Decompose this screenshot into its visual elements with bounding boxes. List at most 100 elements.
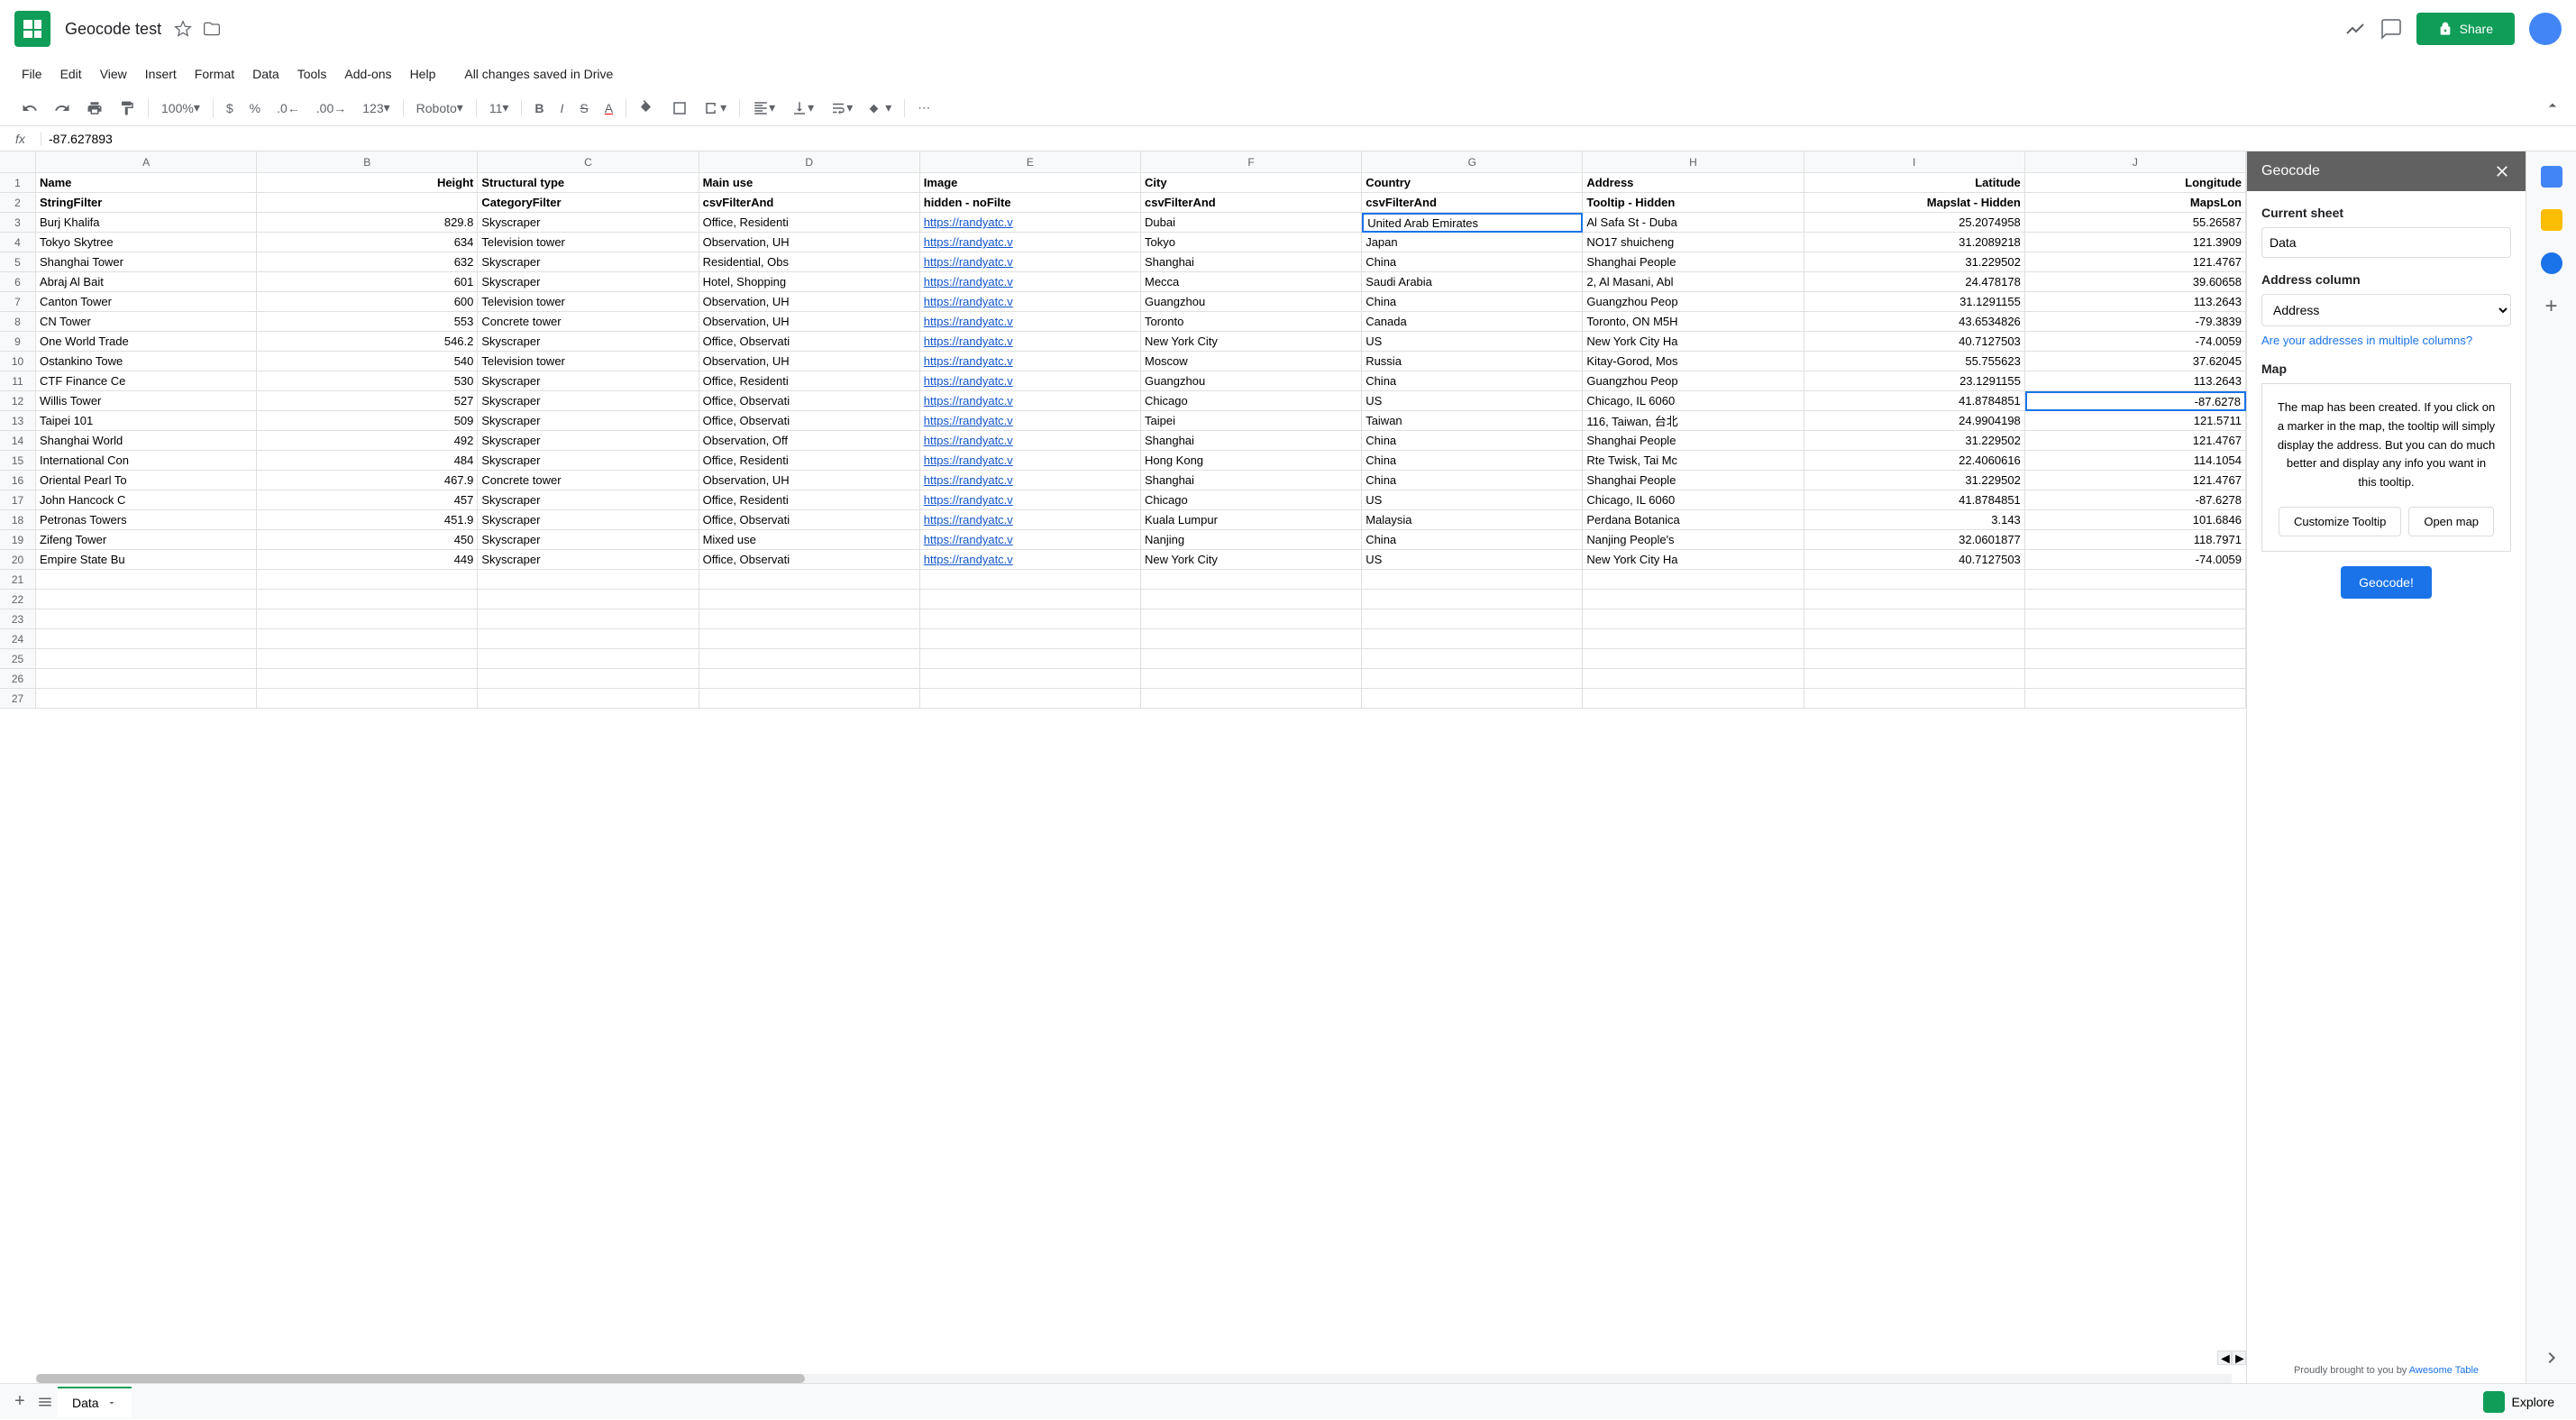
- column-header[interactable]: D: [699, 151, 920, 173]
- cell[interactable]: [1583, 609, 1804, 629]
- scroll-left-button[interactable]: ◄: [2217, 1351, 2232, 1365]
- cell[interactable]: Hong Kong: [1141, 451, 1362, 471]
- cell[interactable]: Burj Khalifa: [36, 213, 257, 233]
- cell[interactable]: 24.9904198: [1804, 411, 2025, 431]
- cell[interactable]: Shanghai: [1141, 252, 1362, 272]
- cell[interactable]: Japan: [1362, 233, 1583, 252]
- cell[interactable]: Skyscraper: [478, 252, 699, 272]
- cell[interactable]: MapsLon: [2025, 193, 2246, 213]
- cell[interactable]: Nanjing People's: [1583, 530, 1804, 550]
- rotate-button[interactable]: ▾: [862, 95, 899, 122]
- cell[interactable]: 101.6846: [2025, 510, 2246, 530]
- cell[interactable]: Zifeng Tower: [36, 530, 257, 550]
- cell[interactable]: https://randyatc.v: [920, 213, 1141, 233]
- column-header[interactable]: F: [1141, 151, 1362, 173]
- add-sheet-button[interactable]: +: [7, 1389, 32, 1415]
- avatar[interactable]: [2529, 13, 2562, 45]
- cell[interactable]: New York City Ha: [1583, 332, 1804, 352]
- cell[interactable]: Shanghai: [1141, 431, 1362, 451]
- halign-button[interactable]: ▾: [745, 95, 782, 122]
- cell[interactable]: China: [1362, 451, 1583, 471]
- cell[interactable]: Television tower: [478, 352, 699, 371]
- cell[interactable]: 113.2643: [2025, 292, 2246, 312]
- cell[interactable]: US: [1362, 332, 1583, 352]
- share-button[interactable]: Share: [2416, 13, 2515, 45]
- row-header[interactable]: 17: [0, 490, 36, 510]
- cell[interactable]: [699, 669, 920, 689]
- column-header[interactable]: G: [1362, 151, 1583, 173]
- cell[interactable]: Empire State Bu: [36, 550, 257, 570]
- cell[interactable]: Television tower: [478, 233, 699, 252]
- undo-button[interactable]: [14, 95, 45, 122]
- sheet-tab-data[interactable]: Data: [58, 1387, 132, 1417]
- row-header[interactable]: 10: [0, 352, 36, 371]
- cell[interactable]: https://randyatc.v: [920, 431, 1141, 451]
- row-header[interactable]: 26: [0, 669, 36, 689]
- cell[interactable]: [1141, 649, 1362, 669]
- cell[interactable]: John Hancock C: [36, 490, 257, 510]
- cell[interactable]: Observation, UH: [699, 471, 920, 490]
- cell[interactable]: 43.6534826: [1804, 312, 2025, 332]
- row-header[interactable]: 23: [0, 609, 36, 629]
- cell[interactable]: Shanghai People: [1583, 471, 1804, 490]
- spreadsheet-grid[interactable]: ABCDEFGHIJ1NameHeightStructural typeMain…: [0, 151, 2246, 1383]
- row-header[interactable]: 4: [0, 233, 36, 252]
- cell[interactable]: Saudi Arabia: [1362, 272, 1583, 292]
- cell[interactable]: Residential, Obs: [699, 252, 920, 272]
- cell[interactable]: [2025, 649, 2246, 669]
- cell[interactable]: -87.6278: [2025, 490, 2246, 510]
- cell[interactable]: 25.2074958: [1804, 213, 2025, 233]
- cell[interactable]: [257, 649, 478, 669]
- cell[interactable]: 540: [257, 352, 478, 371]
- cell[interactable]: Petronas Towers: [36, 510, 257, 530]
- address-column-select[interactable]: Address: [2261, 294, 2511, 326]
- row-header[interactable]: 6: [0, 272, 36, 292]
- cell[interactable]: [1141, 590, 1362, 609]
- menu-edit[interactable]: Edit: [53, 63, 89, 85]
- cell[interactable]: 41.8784851: [1804, 391, 2025, 411]
- paint-format-button[interactable]: [112, 95, 142, 122]
- cell[interactable]: [2025, 669, 2246, 689]
- row-header[interactable]: 16: [0, 471, 36, 490]
- cell[interactable]: Longitude: [2025, 173, 2246, 193]
- cell[interactable]: https://randyatc.v: [920, 530, 1141, 550]
- formula-input[interactable]: [41, 132, 2576, 146]
- cell[interactable]: China: [1362, 530, 1583, 550]
- text-color-button[interactable]: A: [598, 96, 620, 121]
- cell[interactable]: [478, 649, 699, 669]
- cell[interactable]: [920, 570, 1141, 590]
- cell[interactable]: [1583, 590, 1804, 609]
- cell[interactable]: 553: [257, 312, 478, 332]
- collapse-toolbar-icon[interactable]: [2544, 96, 2562, 115]
- cell[interactable]: https://randyatc.v: [920, 332, 1141, 352]
- cell[interactable]: 509: [257, 411, 478, 431]
- column-header[interactable]: C: [478, 151, 699, 173]
- percent-button[interactable]: %: [242, 96, 268, 121]
- comment-icon[interactable]: [2380, 18, 2402, 40]
- cell[interactable]: 24.478178: [1804, 272, 2025, 292]
- cell[interactable]: 116, Taiwan, 台北: [1583, 411, 1804, 431]
- cell[interactable]: [257, 609, 478, 629]
- cell[interactable]: [478, 609, 699, 629]
- cell[interactable]: Height: [257, 173, 478, 193]
- cell[interactable]: 601: [257, 272, 478, 292]
- cell[interactable]: Chicago, IL 6060: [1583, 490, 1804, 510]
- cell[interactable]: [2025, 590, 2246, 609]
- cell[interactable]: https://randyatc.v: [920, 292, 1141, 312]
- cell[interactable]: Ostankino Towe: [36, 352, 257, 371]
- cell[interactable]: 39.60658: [2025, 272, 2246, 292]
- cell[interactable]: Taipei 101: [36, 411, 257, 431]
- column-header[interactable]: E: [920, 151, 1141, 173]
- row-header[interactable]: 15: [0, 451, 36, 471]
- cell[interactable]: [1141, 689, 1362, 709]
- cell[interactable]: [1804, 649, 2025, 669]
- cell[interactable]: Skyscraper: [478, 530, 699, 550]
- cell[interactable]: Skyscraper: [478, 411, 699, 431]
- cell[interactable]: https://randyatc.v: [920, 371, 1141, 391]
- cell[interactable]: 450: [257, 530, 478, 550]
- row-header[interactable]: 19: [0, 530, 36, 550]
- tasks-icon[interactable]: [2541, 252, 2562, 274]
- cell[interactable]: [1583, 669, 1804, 689]
- zoom-select[interactable]: 100% ▾: [154, 95, 207, 121]
- cell[interactable]: [1804, 570, 2025, 590]
